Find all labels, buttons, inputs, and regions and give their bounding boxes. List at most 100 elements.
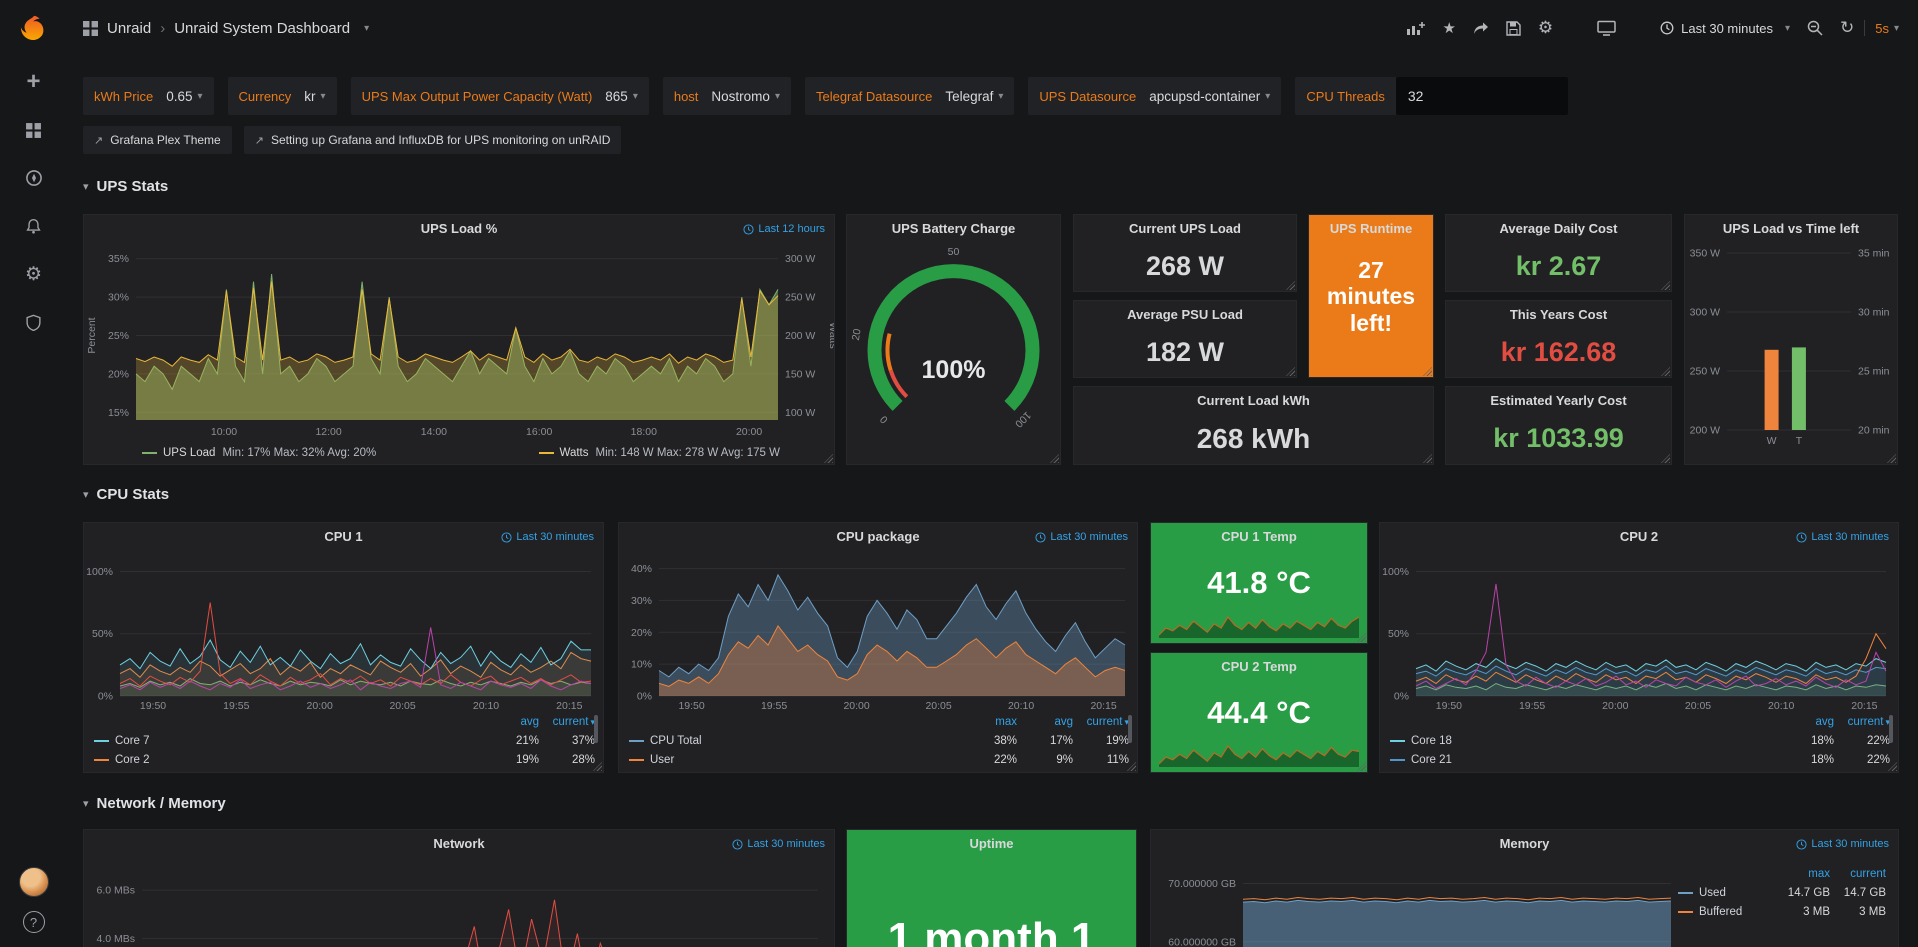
legend-series[interactable]: Core 7 (94, 735, 483, 747)
stat-value: 1 month 1 (847, 914, 1136, 947)
legend-series[interactable]: Core 21 (1390, 754, 1778, 766)
link-grafana-plex-theme[interactable]: ↗ Grafana Plex Theme (83, 126, 232, 154)
panel-title[interactable]: Network (84, 830, 834, 858)
cpu2-chart[interactable]: 0%50%100%19:5019:5520:0020:0520:1020:15 (1380, 551, 1898, 714)
variable-value-dropdown[interactable]: Telegraf▾ (943, 89, 1014, 104)
legend-row: Core 2 19% 28% (94, 750, 595, 769)
legend-scrollbar[interactable] (1889, 715, 1893, 743)
panel-current-ups-load: Current UPS Load 268 W (1073, 214, 1297, 292)
svg-text:20:00: 20:00 (1602, 700, 1628, 712)
sidebar-alerting-button[interactable] (0, 202, 67, 250)
breadcrumb-folder[interactable]: Unraid (107, 20, 151, 37)
legend-series[interactable]: Buffered (1678, 906, 1774, 918)
star-button[interactable]: ★ (1442, 19, 1455, 37)
legend-series[interactable]: Core 18 (1390, 735, 1778, 747)
save-button[interactable] (1506, 21, 1521, 36)
legend-sort-avg[interactable]: avg (1017, 716, 1073, 728)
panel-title[interactable]: Estimated Yearly Cost (1446, 387, 1671, 415)
legend-series[interactable]: UPS Load Min: 17% Max: 32% Avg: 20% (142, 447, 376, 459)
cpu-threads-input[interactable] (1396, 77, 1568, 115)
zoom-out-button[interactable] (1807, 20, 1823, 36)
dashboard-settings-button[interactable]: ⚙ (1538, 18, 1553, 38)
legend-sort-current[interactable]: current▾ (1073, 716, 1129, 728)
ups-load-chart[interactable]: 15%20%25%30%35%100 W150 W200 W250 W300 W… (84, 243, 834, 440)
variable-value-dropdown[interactable]: Nostromo▾ (709, 89, 791, 104)
legend-sort-max[interactable]: max (961, 716, 1017, 728)
svg-text:30 min: 30 min (1858, 307, 1890, 319)
row-header-ups-stats[interactable]: ▾ UPS Stats (83, 178, 168, 195)
network-chart[interactable]: 2.0 MBs4.0 MBs6.0 MBs (84, 858, 834, 947)
add-panel-button[interactable] (1406, 21, 1425, 36)
panel-title[interactable]: Memory (1151, 830, 1898, 858)
sidebar-create-button[interactable]: + (0, 58, 67, 106)
panel-title[interactable]: CPU 1 Temp (1151, 523, 1367, 551)
panel-title[interactable]: This Years Cost (1446, 301, 1671, 329)
variable-telegraf-datasource: Telegraf Datasource Telegraf▾ (805, 77, 1014, 115)
chevron-down-icon: ▾ (1785, 23, 1790, 34)
help-button[interactable]: ? (23, 911, 45, 933)
panel-title[interactable]: UPS Load % (84, 215, 834, 243)
sidebar-explore-button[interactable] (0, 154, 67, 202)
panel-title[interactable]: Current Load kWh (1074, 387, 1433, 415)
panel-title[interactable]: CPU 2 Temp (1151, 653, 1367, 681)
panel-resize-handle[interactable] (1286, 281, 1295, 290)
panel-title[interactable]: UPS Battery Charge (847, 215, 1060, 243)
legend-scrollbar[interactable] (594, 715, 598, 743)
panel-resize-handle[interactable] (1887, 454, 1896, 463)
panel-title[interactable]: UPS Load vs Time left (1685, 215, 1897, 243)
variable-value-dropdown[interactable]: 0.65▾ (164, 89, 213, 104)
link-ups-monitoring-guide[interactable]: ↗ Setting up Grafana and InfluxDB for UP… (244, 126, 622, 154)
breadcrumb-dashboard-title[interactable]: Unraid System Dashboard (174, 20, 350, 37)
legend-series[interactable]: Used (1678, 887, 1774, 899)
row-header-cpu-stats[interactable]: ▾ CPU Stats (83, 486, 169, 503)
legend-series[interactable]: CPU Total (629, 735, 961, 747)
legend-scrollbar[interactable] (1128, 715, 1132, 743)
cycle-view-button[interactable] (1597, 20, 1616, 36)
panel-title[interactable]: Uptime (847, 830, 1136, 858)
memory-chart[interactable]: 50.000000 GB60.000000 GB70.000000 GB (1151, 858, 1683, 947)
panel-resize-handle[interactable] (1423, 367, 1432, 376)
sidebar-configuration-button[interactable]: ⚙ (0, 250, 67, 298)
legend-sort-avg[interactable]: avg (1778, 716, 1834, 728)
panel-resize-handle[interactable] (1050, 454, 1059, 463)
user-avatar[interactable] (19, 867, 49, 897)
svg-text:100: 100 (1012, 409, 1033, 430)
legend-sort-current[interactable]: current▾ (539, 716, 595, 728)
variable-value-dropdown[interactable]: apcupsd-container▾ (1147, 89, 1281, 104)
share-button[interactable] (1473, 22, 1489, 35)
panel-resize-handle[interactable] (1286, 367, 1295, 376)
legend-sort-avg[interactable]: avg (483, 716, 539, 728)
time-range-picker[interactable]: Last 30 minutes ▾ (1660, 21, 1790, 36)
refresh-button[interactable]: ↻ (1840, 18, 1854, 38)
panel-title[interactable]: Average PSU Load (1074, 301, 1296, 329)
panel-title[interactable]: Current UPS Load (1074, 215, 1296, 243)
panel-title[interactable]: Average Daily Cost (1446, 215, 1671, 243)
panel-resize-handle[interactable] (1423, 454, 1432, 463)
external-link-icon: ↗ (94, 134, 103, 147)
legend-value: 14.7 GB (1830, 887, 1886, 899)
chevron-down-icon[interactable]: ▾ (364, 23, 369, 34)
legend-sort-current[interactable]: current (1830, 868, 1886, 880)
grafana-logo[interactable] (0, 0, 67, 58)
legend-sort-current[interactable]: current▾ (1834, 716, 1890, 728)
svg-text:10%: 10% (631, 659, 652, 671)
row-header-network-memory[interactable]: ▾ Network / Memory (83, 795, 226, 812)
ups-load-vs-time-chart[interactable]: 200 W250 W300 W350 W20 min25 min30 min35… (1685, 243, 1897, 448)
legend-sort-max[interactable]: max (1774, 868, 1830, 880)
refresh-interval-picker[interactable]: 5s ▾ (1875, 21, 1899, 36)
panel-resize-handle[interactable] (824, 454, 833, 463)
panel-resize-handle[interactable] (1661, 367, 1670, 376)
variable-currency: Currency kr▾ (228, 77, 337, 115)
variable-value-dropdown[interactable]: 865▾ (603, 89, 649, 104)
panel-resize-handle[interactable] (1661, 454, 1670, 463)
sidebar-server-admin-button[interactable] (0, 298, 67, 346)
panel-title[interactable]: UPS Runtime (1309, 215, 1433, 243)
sidebar-dashboards-button[interactable] (0, 106, 67, 154)
cpu1-chart[interactable]: 0%50%100%19:5019:5520:0020:0520:1020:15 (84, 551, 603, 714)
legend-series[interactable]: Core 2 (94, 754, 483, 766)
variable-value-dropdown[interactable]: kr▾ (302, 89, 336, 104)
cpu-package-chart[interactable]: 0%10%20%30%40%19:5019:5520:0020:0520:102… (619, 551, 1137, 714)
legend-series[interactable]: Watts Min: 148 W Max: 278 W Avg: 175 W (539, 447, 780, 459)
legend-series[interactable]: User (629, 754, 961, 766)
panel-resize-handle[interactable] (1661, 281, 1670, 290)
